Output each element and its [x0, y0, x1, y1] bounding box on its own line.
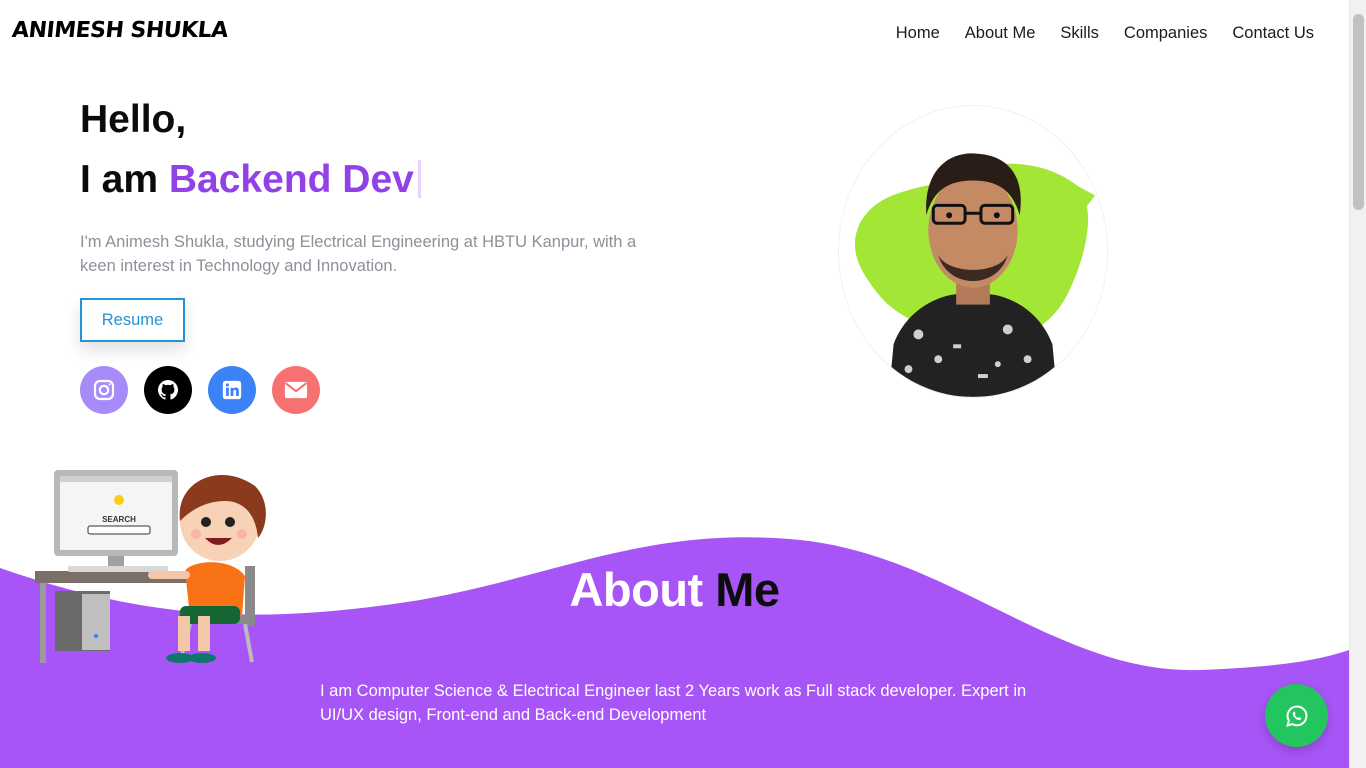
whatsapp-button[interactable]: [1265, 684, 1328, 747]
page-scrollbar[interactable]: [1349, 0, 1366, 768]
github-icon: [157, 380, 178, 400]
resume-button[interactable]: Resume: [80, 298, 185, 342]
about-title: About Me: [0, 562, 1349, 617]
whatsapp-icon: [1285, 704, 1307, 727]
about-description: I am Computer Science & Electrical Engin…: [320, 682, 1027, 724]
instagram-icon: [93, 379, 115, 401]
main-nav: Home About Me Skills Companies Contact U…: [896, 24, 1314, 43]
linkedin-icon: [222, 380, 242, 400]
linkedin-link[interactable]: [208, 366, 256, 414]
site-logo[interactable]: ANIMESH SHUKLA: [11, 18, 229, 43]
hero-headline: I am Backend Dev: [80, 158, 421, 202]
site-header: ANIMESH SHUKLA Home About Me Skills Comp…: [0, 0, 1349, 68]
hero-greeting: Hello,: [80, 98, 187, 141]
about-title-part2: Me: [715, 563, 780, 616]
github-link[interactable]: [144, 366, 192, 414]
profile-portrait: [839, 106, 1107, 397]
nav-skills[interactable]: Skills: [1060, 24, 1099, 43]
hero-role: Backend Dev: [168, 158, 414, 201]
social-links: [80, 366, 320, 414]
typing-cursor: [417, 160, 421, 198]
about-title-part1: About: [569, 563, 703, 616]
email-link[interactable]: [272, 366, 320, 414]
nav-about-me[interactable]: About Me: [965, 24, 1036, 43]
profile-photo: [838, 105, 1108, 398]
instagram-link[interactable]: [80, 366, 128, 414]
scrollbar-thumb[interactable]: [1353, 14, 1364, 210]
mail-icon: [284, 381, 308, 399]
search-label: SEARCH: [102, 515, 136, 524]
nav-companies[interactable]: Companies: [1124, 24, 1207, 43]
nav-home[interactable]: Home: [896, 24, 940, 43]
hero-intro: I'm Animesh Shukla, studying Electrical …: [80, 233, 637, 275]
nav-contact-us[interactable]: Contact Us: [1232, 24, 1314, 43]
hero-iam: I am: [80, 158, 159, 201]
